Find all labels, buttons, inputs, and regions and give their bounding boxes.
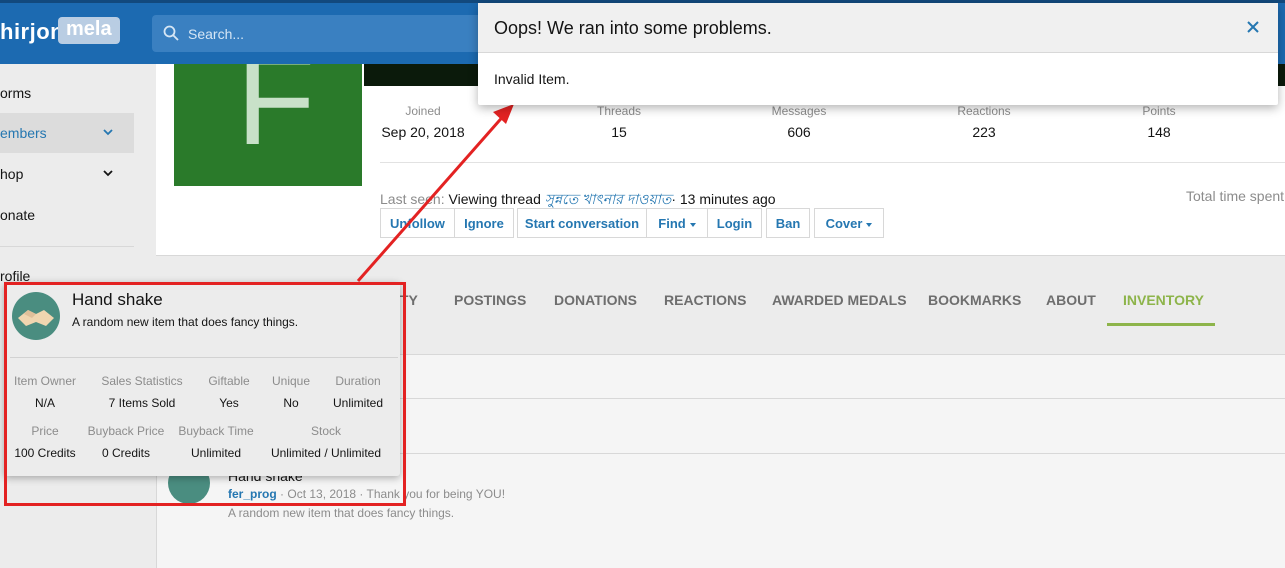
stat-label: Joined [405, 104, 441, 118]
stat-value: 15 [611, 124, 627, 140]
find-button[interactable]: Find [646, 208, 708, 238]
tab-donations[interactable]: DONATIONS [554, 292, 637, 308]
tab-postings[interactable]: POSTINGS [454, 292, 526, 308]
unfollow-button[interactable]: Unfollow [380, 208, 455, 238]
search-placeholder: Search... [188, 26, 245, 42]
stat-label: Messages [771, 104, 827, 118]
nav-label: orms [0, 85, 32, 101]
last-seen-label: Last seen: [380, 191, 445, 207]
find-label: Find [658, 216, 686, 231]
nav-item-forums[interactable]: orms [0, 73, 134, 113]
stat-value: 148 [1147, 124, 1171, 140]
profile-divider [380, 162, 1285, 163]
stat-value: 223 [972, 124, 996, 140]
stat-points[interactable]: Points 148 [1119, 104, 1199, 140]
nav-label: hop [0, 166, 24, 182]
annotation-highlight-box [4, 282, 406, 506]
start-conversation-button[interactable]: Start conversation [517, 208, 647, 238]
chevron-down-icon[interactable] [102, 127, 114, 137]
tab-awarded-medals[interactable]: AWARDED MEDALS [772, 292, 907, 308]
active-tab-indicator [1107, 323, 1215, 326]
error-dialog: Oops! We ran into some problems. Invalid… [478, 3, 1278, 105]
last-seen-time: · 13 minutes ago [671, 191, 776, 207]
chevron-down-icon[interactable] [102, 168, 114, 178]
cover-label: Cover [825, 216, 863, 231]
dialog-title: Oops! We ran into some problems. [494, 18, 772, 38]
tab-bookmarks[interactable]: BOOKMARKS [928, 292, 1021, 308]
stat-reactions[interactable]: Reactions 223 [944, 104, 1024, 140]
stat-label: Points [1142, 104, 1176, 118]
nav-item-members[interactable]: embers [0, 113, 134, 153]
avatar[interactable]: F [174, 64, 362, 186]
stat-value: 606 [787, 124, 811, 140]
tab-reactions[interactable]: REACTIONS [664, 292, 746, 308]
dialog-header: Oops! We ran into some problems. [478, 3, 1278, 53]
stat-value: Sep 20, 2018 [381, 124, 465, 140]
ignore-button[interactable]: Ignore [454, 208, 514, 238]
ban-button[interactable]: Ban [766, 208, 810, 238]
caret-down-icon [689, 222, 696, 227]
dialog-message: Invalid Item. [494, 71, 570, 87]
stat-label: Threads [596, 104, 642, 118]
search-input[interactable]: Search... [152, 15, 482, 52]
tab-inventory[interactable]: INVENTORY [1123, 292, 1204, 308]
avatar-letter: F [236, 64, 316, 172]
stat-label: Reactions [957, 104, 1011, 118]
cover-button[interactable]: Cover [814, 208, 884, 238]
tab-about[interactable]: ABOUT [1046, 292, 1096, 308]
caret-down-icon [866, 222, 873, 227]
search-icon [163, 25, 179, 41]
login-button[interactable]: Login [707, 208, 762, 238]
site-logo-badge[interactable]: mela [58, 17, 120, 44]
stat-joined: Joined Sep 20, 2018 [380, 104, 466, 140]
total-time-label: Total time spent [1186, 188, 1285, 204]
nav-label: onate [0, 207, 36, 223]
last-seen-thread-link[interactable]: সুন্নতে খাৎনার দাওয়াত [545, 191, 672, 207]
nav-divider [0, 246, 134, 247]
nav-item-shop[interactable]: hop [0, 154, 134, 194]
stat-threads[interactable]: Threads 15 [579, 104, 659, 140]
nav-label: embers [0, 125, 47, 141]
close-icon[interactable] [1244, 18, 1262, 36]
nav-item-donate[interactable]: onate [0, 195, 134, 235]
site-logo-text[interactable]: hirjon [0, 19, 64, 45]
feed-item-description: A random new item that does fancy things… [228, 506, 455, 520]
stat-messages[interactable]: Messages 606 [759, 104, 839, 140]
last-seen-text: Viewing thread [448, 191, 541, 207]
